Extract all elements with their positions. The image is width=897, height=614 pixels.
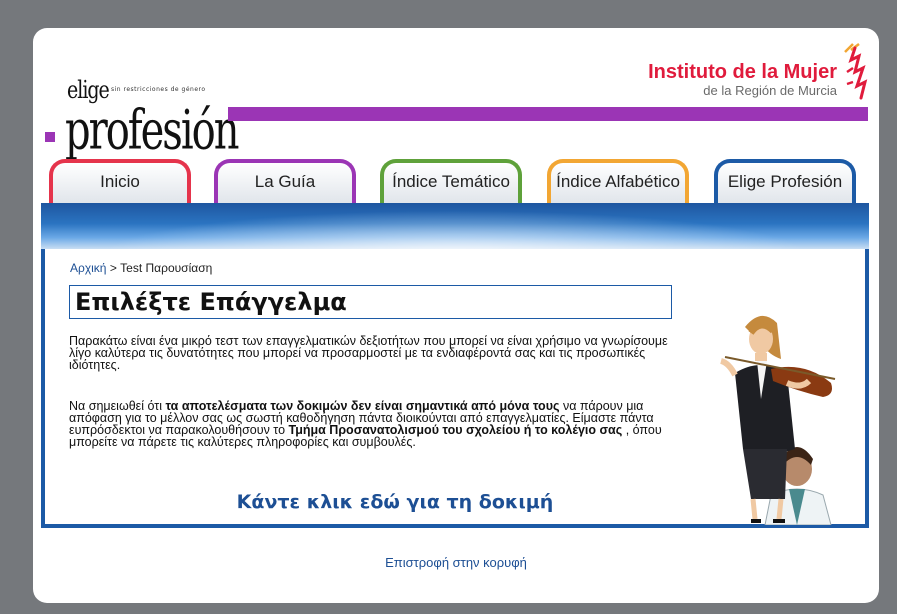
header-divider — [228, 107, 868, 121]
logo-tagline: sin restricciones de género — [111, 86, 206, 93]
main-nav-tabs: Inicio La Guía Índice Temático Índice Al… — [46, 159, 868, 205]
tab-inicio[interactable]: Inicio — [49, 159, 191, 205]
logo-square — [45, 132, 55, 142]
tab-indice-alfabetico[interactable]: Índice Alfabético — [547, 159, 689, 205]
tab-indice-tematico[interactable]: Índice Temático — [380, 159, 522, 205]
logo-main-text: profesión — [65, 100, 239, 163]
page-container: elige sin restricciones de género profes… — [33, 28, 879, 603]
start-test-link[interactable]: Κάντε κλικ εδώ για τη δοκιμή — [45, 491, 745, 513]
institution-title[interactable]: Instituto de la Mujer — [648, 61, 837, 84]
tab-la-guia[interactable]: La Guía — [214, 159, 356, 205]
page-title-box: Επιλέξτε Επάγγελμα — [69, 285, 672, 319]
breadcrumb-current: Test Παρουσίαση — [120, 261, 213, 275]
intro-paragraph: Παρακάτω είναι ένα μικρό τεστ των επαγγε… — [69, 334, 668, 372]
institution-subtitle: de la Región de Murcia — [703, 83, 837, 98]
banner-shine — [41, 203, 869, 249]
elige-profesion-logo[interactable]: elige sin restricciones de género profes… — [45, 74, 239, 164]
breadcrumb-separator: > — [109, 261, 117, 275]
content-panel: Αρχική > Test Παρουσίαση Επιλέξτε Επάγγε… — [41, 249, 869, 528]
violinist-illustration — [720, 315, 836, 525]
breadcrumb-home-link[interactable]: Αρχική — [70, 261, 106, 275]
tab-elige-profesion[interactable]: Elige Profesión — [714, 159, 856, 205]
back-to-top-link[interactable]: Επιστροφή στην κορυφή — [33, 555, 879, 570]
breadcrumb: Αρχική > Test Παρουσίαση — [70, 261, 212, 275]
note-paragraph: Να σημειωθεί ότι τα αποτελέσματα των δοκ… — [69, 400, 673, 449]
institution-logo-icon — [844, 43, 868, 100]
page-title: Επιλέξτε Επάγγελμα — [75, 288, 347, 316]
